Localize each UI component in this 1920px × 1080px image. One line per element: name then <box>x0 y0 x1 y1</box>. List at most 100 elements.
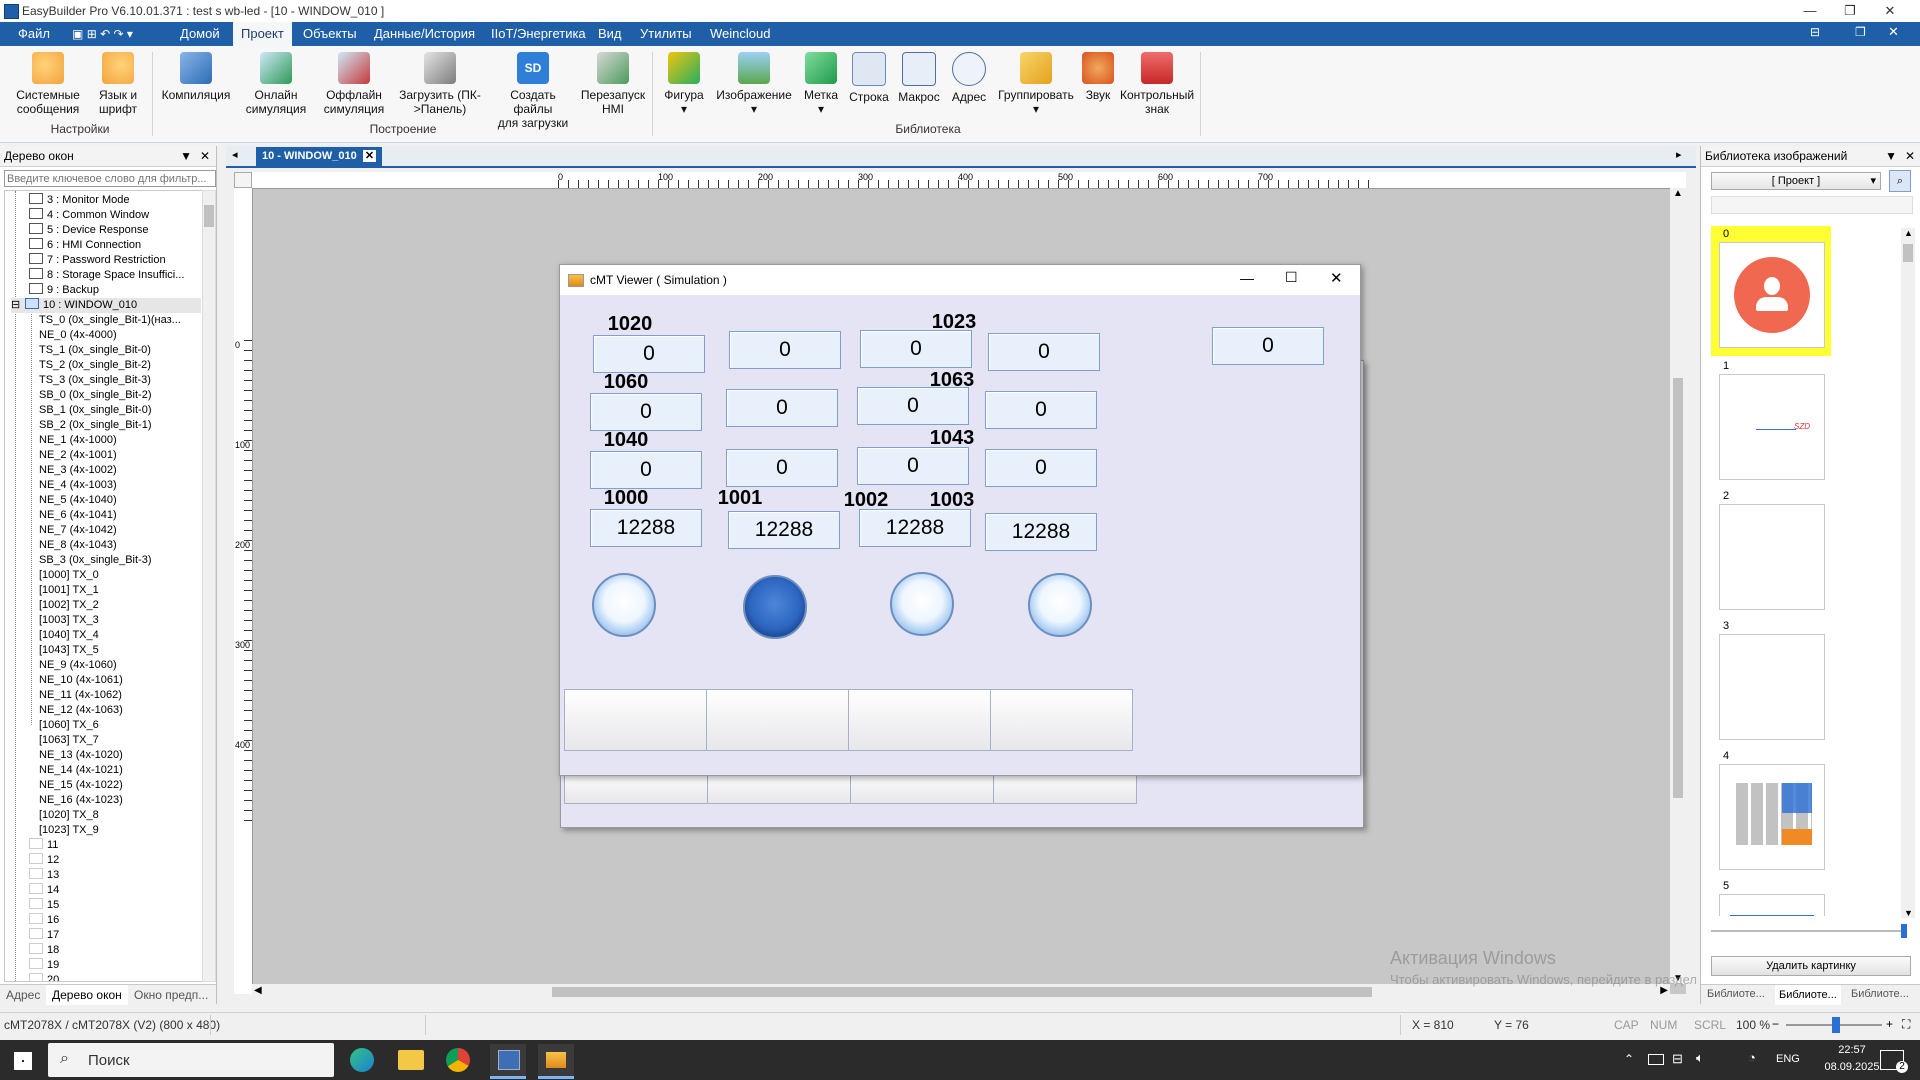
fit-screen-icon[interactable]: ⛶ <box>1902 1017 1910 1032</box>
string-button[interactable]: Строка <box>846 52 892 104</box>
numeric-display[interactable]: 0 <box>985 449 1097 487</box>
tree-item[interactable]: 19 <box>29 958 59 973</box>
viewer-close-button[interactable]: ✕ <box>1330 269 1343 287</box>
customize-icon[interactable]: ▾ <box>127 27 133 41</box>
numeric-display[interactable]: 12288 <box>590 509 702 547</box>
shape-button[interactable]: Фигура ▾ <box>658 52 710 116</box>
tree-item[interactable]: 6 : HMI Connection <box>29 238 141 253</box>
library-thumbnail[interactable]: SZD <box>1719 374 1825 480</box>
scroll-down-icon[interactable]: ▼ <box>1904 908 1913 918</box>
library-thumbnail[interactable] <box>1719 634 1825 740</box>
bit-lamp-off[interactable] <box>890 572 954 636</box>
tree-item[interactable]: [1060] TX_6 <box>39 718 99 733</box>
tree-item[interactable]: [1020] TX_8 <box>39 808 99 823</box>
tree-item[interactable]: 12 <box>29 853 59 868</box>
build-download-files-button[interactable]: SD Создать файлы для загрузки <box>490 52 576 130</box>
edge-icon[interactable] <box>350 1048 374 1072</box>
tree-item[interactable]: [1000] TX_0 <box>39 568 99 583</box>
offline-simulation-button[interactable]: Оффлайн симуляция <box>318 52 390 116</box>
library-search-button[interactable]: ⌕ <box>1889 170 1911 192</box>
library-thumbnail[interactable] <box>1719 764 1825 870</box>
numeric-display[interactable]: 0 <box>857 387 969 425</box>
scrollbar-thumb[interactable] <box>552 987 1372 997</box>
download-button[interactable]: Загрузить (ПК- >Панель) <box>396 52 484 116</box>
panel-menu-icon[interactable]: ▼ <box>1885 146 1897 166</box>
minimize-button[interactable]: — <box>1790 0 1830 22</box>
scrollbar-thumb[interactable] <box>1903 244 1913 262</box>
collapse-icon[interactable]: ⊟ <box>11 298 25 313</box>
toggle-switch-button[interactable] <box>848 689 991 751</box>
tree-item[interactable]: NE_3 (4x-1002) <box>39 463 117 478</box>
notification-icon[interactable]: 2 <box>1880 1050 1908 1073</box>
numeric-display[interactable]: 0 <box>1212 327 1324 365</box>
tree-item[interactable]: NE_4 (4x-1003) <box>39 478 117 493</box>
library-source-select[interactable]: [ Проект ] ▾ <box>1711 172 1881 190</box>
macro-button[interactable]: Макрос <box>894 52 944 104</box>
tab-library-3[interactable]: Библиоте... <box>1851 988 1909 1000</box>
scroll-up-icon[interactable]: ▲ <box>1673 188 1683 199</box>
numeric-display[interactable]: 12288 <box>985 513 1097 551</box>
tree-item[interactable]: NE_1 (4x-1000) <box>39 433 117 448</box>
tree-item[interactable]: 9 : Backup <box>29 283 99 298</box>
language-font-button[interactable]: Язык и шрифт <box>88 52 148 116</box>
thumbnail-size-slider[interactable] <box>1711 924 1907 938</box>
tab-preview[interactable]: Окно предп... <box>134 988 208 1002</box>
tree-item[interactable]: SB_0 (0x_single_Bit-2) <box>39 388 152 403</box>
wifi-icon[interactable]: ◔ <box>1748 1050 1756 1065</box>
viewer-maximize-button[interactable]: ☐ <box>1285 269 1298 286</box>
menu-iiot-energy[interactable]: IIoT/Энергетика <box>483 22 594 46</box>
start-icon[interactable] <box>14 1052 32 1070</box>
restore-button[interactable]: ❐ <box>1830 0 1870 22</box>
sound-button[interactable]: Звук <box>1080 52 1116 102</box>
tree-item[interactable]: 8 : Storage Space Insuffici... <box>29 268 184 283</box>
tab-address[interactable]: Адрес <box>6 988 40 1002</box>
document-tab[interactable]: 10 - WINDOW_010 ✕ <box>256 147 383 166</box>
tree-item[interactable]: 15 <box>29 898 59 913</box>
tree-item[interactable]: NE_8 (4x-1043) <box>39 538 117 553</box>
tree-item[interactable]: NE_12 (4x-1063) <box>39 703 123 718</box>
tree-filter-input[interactable] <box>4 170 216 187</box>
tree-item[interactable]: NE_2 (4x-1001) <box>39 448 117 463</box>
tree-item[interactable]: 13 <box>29 868 59 883</box>
slider-handle[interactable] <box>1901 924 1907 938</box>
tree-item[interactable]: TS_3 (0x_single_Bit-3) <box>39 373 151 388</box>
tree-item[interactable]: SB_2 (0x_single_Bit-1) <box>39 418 152 433</box>
group-button[interactable]: Группировать ▾ <box>994 52 1078 116</box>
menu-home[interactable]: Домой <box>172 22 228 46</box>
tray-chevron-icon[interactable]: ⌃ <box>1624 1052 1634 1066</box>
numeric-display[interactable]: 12288 <box>728 511 840 549</box>
tree-item[interactable]: NE_16 (4x-1023) <box>39 793 123 808</box>
save-icon[interactable]: ▣ <box>72 27 83 41</box>
menu-weincloud[interactable]: Weincloud <box>702 22 778 46</box>
bit-lamp-off[interactable] <box>1028 573 1092 637</box>
numeric-display[interactable]: 0 <box>590 393 702 431</box>
tab-library-1[interactable]: Библиоте... <box>1707 988 1765 1000</box>
library-thumbnail[interactable] <box>1719 894 1825 916</box>
tree-item[interactable]: 20 <box>29 973 59 981</box>
numeric-display[interactable]: 0 <box>726 389 838 427</box>
system-messages-button[interactable]: Системные сообщения <box>10 52 86 116</box>
menu-utilities[interactable]: Утилиты <box>632 22 700 46</box>
mdi-close-icon[interactable]: ✕ <box>1888 24 1899 40</box>
tree-item[interactable]: TS_2 (0x_single_Bit-2) <box>39 358 151 373</box>
delete-picture-button[interactable]: Удалить картинку <box>1711 956 1911 976</box>
compile-button[interactable]: Компиляция <box>158 52 234 102</box>
numeric-display[interactable]: 0 <box>857 447 969 485</box>
viewer-minimize-button[interactable]: — <box>1240 270 1254 286</box>
tree-item[interactable]: 5 : Device Response <box>29 223 149 238</box>
zoom-out-icon[interactable]: − <box>1772 1017 1779 1031</box>
menu-project[interactable]: Проект <box>233 22 292 46</box>
tree-item[interactable]: SB_3 (0x_single_Bit-3) <box>39 553 152 568</box>
tree-item[interactable]: 17 <box>29 928 59 943</box>
tab-scroll-right-icon[interactable]: ▸ <box>1676 148 1682 161</box>
clock-date[interactable]: 08.09.2025 <box>1822 1061 1882 1073</box>
tree-item[interactable]: NE_15 (4x-1022) <box>39 778 123 793</box>
tree-item[interactable]: [1002] TX_2 <box>39 598 99 613</box>
numeric-display[interactable]: 12288 <box>859 509 971 547</box>
tree-scrollbar[interactable] <box>202 190 216 982</box>
tree-item-selected[interactable]: ⊟ 10 : WINDOW_010 <box>11 298 201 313</box>
zoom-in-icon[interactable]: + <box>1886 1017 1893 1031</box>
tab-scroll-left-icon[interactable]: ◂ <box>232 148 238 161</box>
picture-button[interactable]: Изображение ▾ <box>712 52 796 116</box>
easybuilder-taskbar-icon[interactable] <box>490 1044 526 1079</box>
